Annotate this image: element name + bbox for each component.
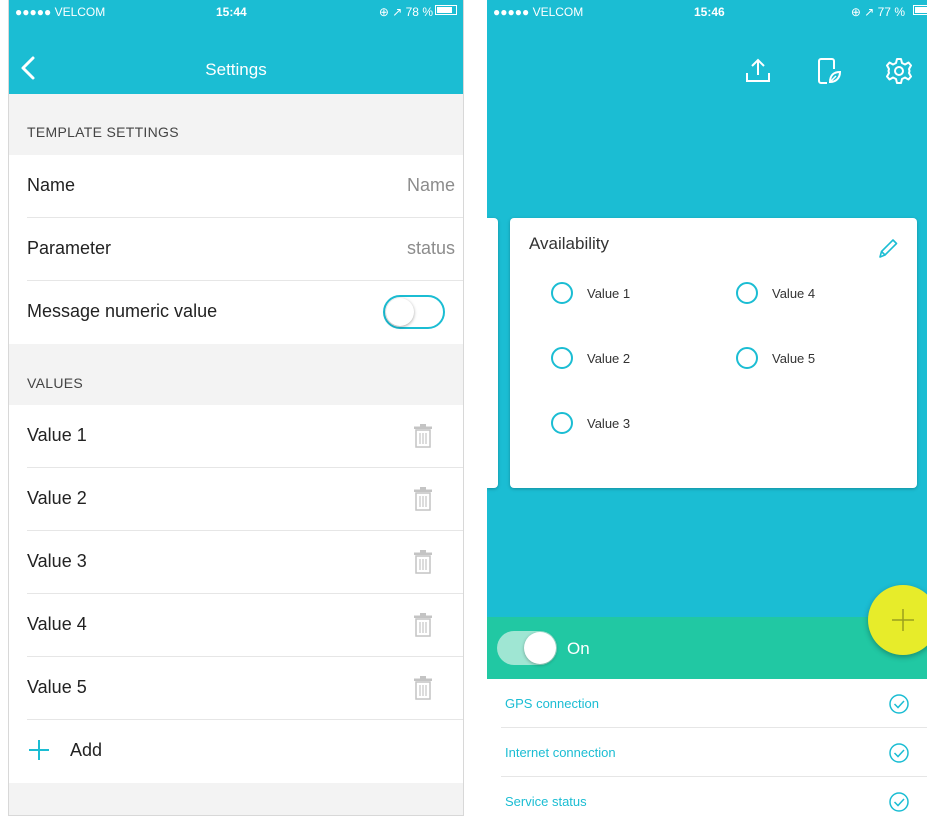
check-circle-icon [889, 743, 909, 763]
upload-icon[interactable] [743, 56, 773, 86]
name-label: Name [27, 175, 76, 195]
battery-icon [913, 5, 927, 15]
battery-label: ⊕ ↗ 77 % [850, 5, 905, 19]
check-circle-icon [889, 694, 909, 714]
plus-icon [29, 740, 49, 760]
carrier-label: ●●●●● VELCOM [493, 5, 584, 19]
value-label: Value 5 [27, 677, 87, 697]
trash-icon[interactable] [413, 486, 433, 512]
list-item: Internet connection [487, 728, 927, 777]
value-row[interactable]: Value 1 [9, 405, 463, 468]
clock: 15:46 [694, 5, 725, 19]
previous-card[interactable] [487, 218, 498, 488]
numeric-value-label: Message numeric value [27, 301, 218, 321]
status-label: Internet connection [505, 745, 616, 760]
section-header-template: TEMPLATE SETTINGS [27, 124, 179, 140]
carrier-label: ●●●●● VELCOM [15, 5, 106, 19]
name-row[interactable]: Name Name [9, 155, 463, 218]
numeric-value-row: Message numeric value [9, 281, 463, 344]
nav-bar: ●●●●● VELCOM 15:44 ⊕ ↗ 78 % Settings [9, 0, 463, 94]
parameter-value[interactable]: status [407, 238, 455, 259]
power-toggle[interactable] [497, 631, 557, 665]
dashboard-screen: ●●●●● VELCOM 15:46 ⊕ ↗ 77 % Availability… [487, 0, 927, 816]
add-label: Add [70, 740, 103, 760]
page-title: Settings [205, 60, 267, 79]
battery-label: ⊕ ↗ 78 % [378, 5, 433, 19]
radio-option-label: Value 5 [772, 351, 816, 366]
value-row[interactable]: Value 4 [9, 594, 463, 657]
name-value[interactable]: Name [407, 175, 455, 196]
status-bar: ●●●●● VELCOM 15:44 ⊕ ↗ 78 % [9, 0, 463, 22]
value-row[interactable]: Value 3 [9, 531, 463, 594]
status-label: GPS connection [505, 696, 599, 711]
parameter-label: Parameter [27, 238, 112, 258]
trash-icon[interactable] [413, 549, 433, 575]
check-circle-icon [889, 792, 909, 812]
section-header-values: VALUES [27, 375, 84, 391]
value-label: Value 3 [27, 551, 87, 571]
value-label: Value 4 [27, 614, 87, 634]
gear-icon[interactable] [884, 56, 914, 86]
value-row[interactable]: Value 5 [9, 657, 463, 720]
numeric-value-toggle[interactable] [383, 295, 445, 329]
radio-circle-icon [736, 347, 758, 369]
power-label: On [567, 639, 590, 658]
radio-circle-icon [551, 412, 573, 434]
value-row[interactable]: Value 2 [9, 468, 463, 531]
value-label: Value 2 [27, 488, 87, 508]
plus-icon [892, 609, 914, 631]
value-label: Value 1 [27, 425, 87, 445]
radio-option-label: Value 2 [587, 351, 631, 366]
radio-circle-icon [736, 282, 758, 304]
settings-screen: ●●●●● VELCOM 15:44 ⊕ ↗ 78 % Settings TEM… [8, 0, 464, 816]
add-value-button[interactable]: Add [9, 720, 463, 783]
radio-circle-icon [551, 282, 573, 304]
phone-leaf-icon[interactable] [813, 56, 843, 86]
radio-option-label: Value 1 [587, 286, 631, 301]
trash-icon[interactable] [413, 423, 433, 449]
status-label: Service status [505, 794, 587, 809]
clock: 15:44 [216, 5, 247, 19]
list-item: GPS connection [487, 679, 927, 728]
trash-icon[interactable] [413, 675, 433, 701]
radio-option-label: Value 4 [772, 286, 816, 301]
status-list: GPS connection Internet connection Servi… [487, 679, 927, 816]
status-bar: ●●●●● VELCOM 15:46 ⊕ ↗ 77 % [487, 0, 927, 22]
parameter-row[interactable]: Parameter status [9, 218, 463, 281]
availability-card: Availability Value 1 Value 2 Value 3 Val… [510, 218, 917, 488]
radio-circle-icon [551, 347, 573, 369]
battery-icon [435, 5, 457, 15]
power-bar: On [487, 617, 927, 679]
radio-option-label: Value 3 [587, 416, 631, 431]
card-title: Availability [529, 234, 610, 253]
pencil-icon[interactable] [877, 236, 899, 260]
list-item: Service status [487, 777, 927, 816]
trash-icon[interactable] [413, 612, 433, 638]
